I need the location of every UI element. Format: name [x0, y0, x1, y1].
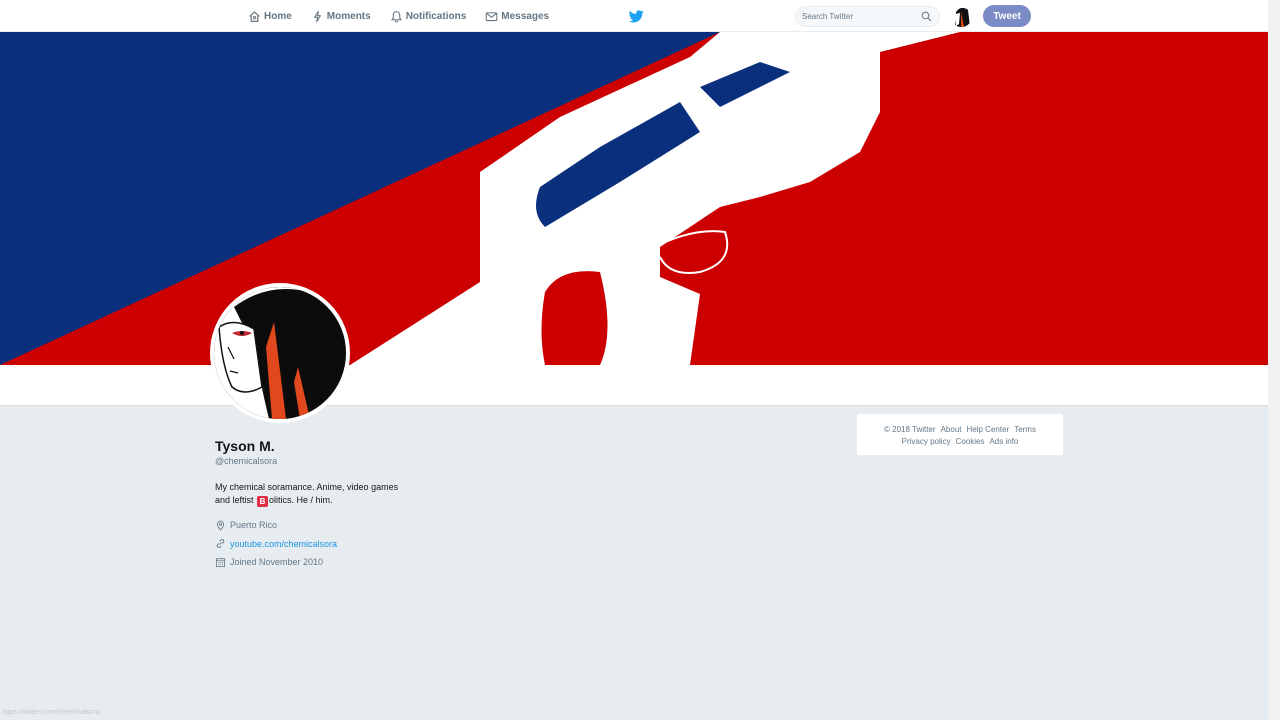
profile-name[interactable]: Tyson M. [215, 437, 415, 455]
nav-notifications-label: Notifications [405, 10, 467, 22]
profile-avatar[interactable] [210, 283, 350, 423]
location-pin-icon [216, 520, 225, 531]
bell-icon [390, 10, 402, 22]
nav-moments[interactable]: Moments [311, 10, 371, 23]
footer-row-2: Privacy policy Cookies Ads info [857, 436, 1063, 448]
footer-link-privacy[interactable]: Privacy policy [902, 437, 951, 446]
profile-banner[interactable] [0, 32, 1268, 365]
page-scrollbar[interactable] [1268, 0, 1280, 720]
avatar-image [951, 6, 972, 27]
search-icon[interactable] [921, 11, 932, 22]
footer-link-terms[interactable]: Terms [1014, 425, 1036, 434]
location-text: Puerto Rico [230, 520, 278, 531]
nav-home-label: Home [264, 10, 292, 22]
search-box[interactable] [795, 6, 940, 27]
banner-image [0, 32, 1268, 365]
footer-copyright: © 2018 Twitter [884, 425, 936, 434]
twitter-bird-icon[interactable] [629, 10, 644, 23]
profile-joined: Joined November 2010 [215, 553, 415, 572]
footer-link-cookies[interactable]: Cookies [956, 437, 985, 446]
lightning-icon [313, 10, 321, 22]
nav-messages-label: Messages [501, 10, 550, 22]
home-icon [249, 10, 260, 22]
footer-link-about[interactable]: About [941, 425, 962, 434]
envelope-icon [485, 11, 498, 21]
search-input[interactable] [802, 10, 917, 23]
nav-moments-label: Moments [326, 10, 371, 22]
primary-nav: Home Moments Notifications Messages [248, 0, 568, 32]
calendar-icon [215, 558, 226, 567]
top-navigation-bar: Home Moments Notifications Messages Twee… [0, 0, 1270, 32]
nav-home[interactable]: Home [248, 10, 292, 23]
link-icon [216, 539, 225, 549]
profile-handle[interactable]: @chemicalsora [215, 456, 415, 466]
b-button-emoji-icon: B [257, 496, 269, 507]
bio-text-part2: olitics. He / him. [269, 495, 333, 505]
account-avatar[interactable] [951, 6, 972, 27]
nav-notifications[interactable]: Notifications [390, 10, 467, 23]
profile-bio: My chemical soramance. Anime, video game… [215, 481, 405, 507]
profile-card: Tyson M. @chemicalsora My chemical soram… [215, 437, 415, 572]
profile-location: Puerto Rico [215, 516, 415, 535]
status-bar-url: https://twitter.com/chemicalsora [2, 709, 100, 716]
footer-link-ads-info[interactable]: Ads info [989, 437, 1018, 446]
footer-row-1: © 2018 Twitter About Help Center Terms [857, 424, 1063, 436]
profile-website: youtube.com/chemicalsora [215, 535, 415, 554]
profile-meta: Puerto Rico youtube.com/chemicalsora Joi… [215, 516, 415, 572]
joined-text: Joined November 2010 [230, 557, 324, 568]
profile-nav-strip [0, 365, 1268, 406]
tweet-button[interactable]: Tweet [983, 5, 1031, 27]
footer-link-help-center[interactable]: Help Center [967, 425, 1010, 434]
avatar-image [214, 287, 346, 419]
nav-messages[interactable]: Messages [485, 10, 549, 23]
website-link[interactable]: youtube.com/chemicalsora [230, 539, 337, 549]
site-footer: © 2018 Twitter About Help Center Terms Priv… [856, 413, 1064, 456]
